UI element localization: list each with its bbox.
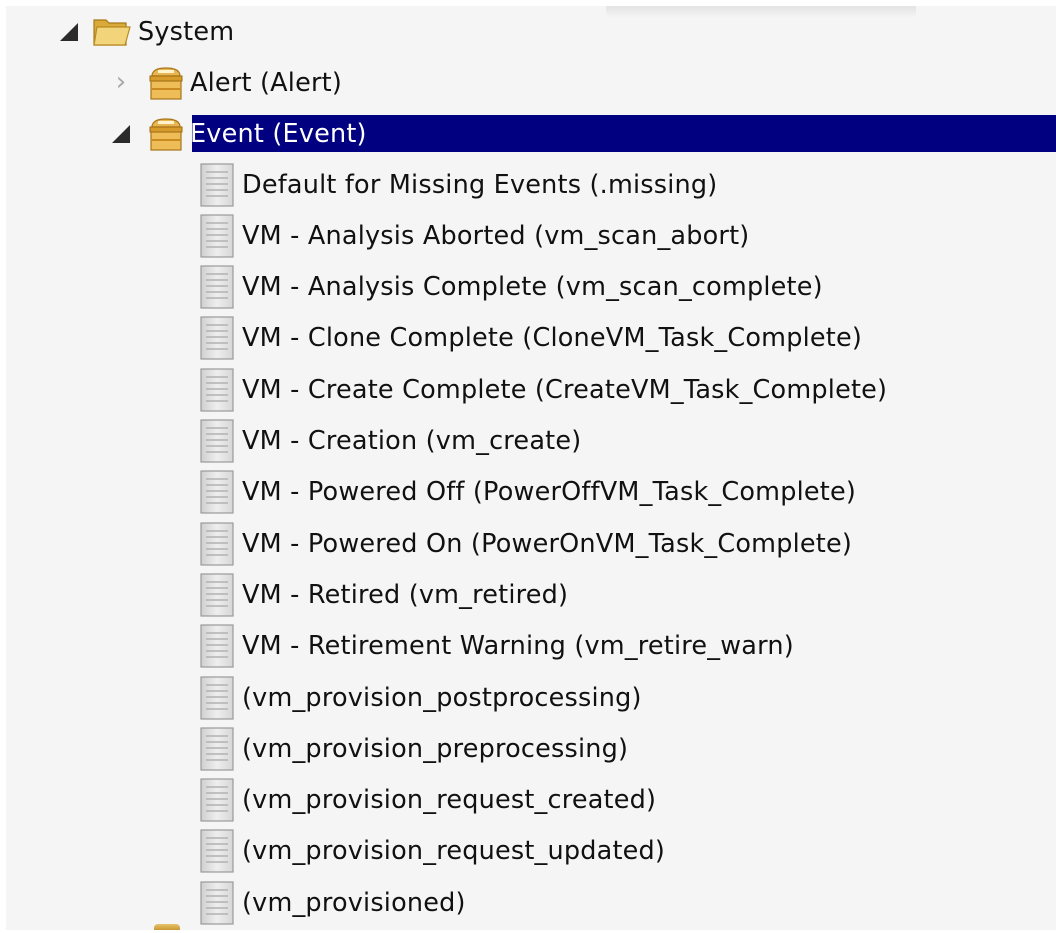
tree-node-label: VM - Creation (vm_create) xyxy=(242,426,582,456)
instance-document-icon xyxy=(198,162,240,207)
tree-node-instance[interactable]: VM - Retirement Warning (vm_retire_warn) xyxy=(6,621,1056,672)
instance-document-icon xyxy=(198,470,240,514)
expand-chevron-icon[interactable]: › xyxy=(110,69,132,95)
automate-tree: System › Alert (Alert) Event (Event) Def… xyxy=(6,6,1056,930)
instance-document-icon xyxy=(198,368,240,412)
tree-node-label: (vm_provision_postprocessing) xyxy=(242,682,642,713)
instance-document-icon xyxy=(198,778,240,822)
tree-node-label: VM - Powered Off (PowerOffVM_Task_Comple… xyxy=(242,477,857,508)
tree-node-label: (vm_provision_request_updated) xyxy=(242,836,666,867)
class-icon xyxy=(146,114,188,154)
collapse-triangle-icon[interactable] xyxy=(58,21,80,43)
tree-node-label: VM - Analysis Complete (vm_scan_complete… xyxy=(242,272,823,303)
collapse-triangle-icon[interactable] xyxy=(110,123,132,145)
tree-node-label: Event (Event) xyxy=(190,118,367,149)
tree-node-label: (vm_provision_preprocessing) xyxy=(242,733,629,764)
tree-node-event[interactable]: Event (Event) xyxy=(6,108,1056,159)
instance-document-icon xyxy=(198,419,240,463)
tree-node-label: (vm_provision_request_created) xyxy=(242,785,657,816)
instance-document-icon xyxy=(198,675,240,720)
tree-node-label: VM - Create Complete (CreateVM_Task_Comp… xyxy=(242,374,888,405)
instance-document-icon xyxy=(198,521,240,566)
tree-node-label: Alert (Alert) xyxy=(190,67,343,98)
tree-node-instance[interactable]: VM - Create Complete (CreateVM_Task_Comp… xyxy=(6,364,1056,415)
instance-document-icon xyxy=(198,829,240,873)
tree-node-instance[interactable]: VM - Creation (vm_create) xyxy=(6,416,1056,467)
tree-node-label: (vm_provisioned) xyxy=(242,887,466,918)
tree-node-system[interactable]: System xyxy=(6,6,1056,57)
instance-document-icon xyxy=(198,214,240,258)
tree-node-label: VM - Retirement Warning (vm_retire_warn) xyxy=(242,631,794,662)
tree-node-instance[interactable]: VM - Analysis Complete (vm_scan_complete… xyxy=(6,262,1056,313)
tree-node-label: VM - Clone Complete (CloneVM_Task_Comple… xyxy=(242,323,863,354)
tree-node-label: VM - Analysis Aborted (vm_scan_abort) xyxy=(242,220,750,251)
partial-class-icon xyxy=(154,924,180,930)
instance-document-icon xyxy=(198,316,240,360)
tree-node-instance[interactable]: (vm_provision_postprocessing) xyxy=(6,672,1056,723)
tree-node-label: VM - Retired (vm_retired) xyxy=(242,579,569,610)
tree-node-instance[interactable]: VM - Analysis Aborted (vm_scan_abort) xyxy=(6,210,1056,261)
tree-node-instance[interactable]: (vm_provision_preprocessing) xyxy=(6,723,1056,774)
class-icon xyxy=(146,63,188,103)
tree-node-instance[interactable]: Default for Missing Events (.missing) xyxy=(6,159,1056,210)
tree-node-instance[interactable]: (vm_provision_request_updated) xyxy=(6,826,1056,877)
tree-node-instance[interactable]: VM - Powered Off (PowerOffVM_Task_Comple… xyxy=(6,467,1056,518)
tree-node-instance[interactable]: VM - Powered On (PowerOnVM_Task_Complete… xyxy=(6,518,1056,569)
folder-icon xyxy=(92,12,136,52)
instance-document-icon xyxy=(198,265,240,309)
tree-node-instance[interactable]: (vm_provision_request_created) xyxy=(6,775,1056,826)
tree-node-label: System xyxy=(138,16,235,47)
instance-document-icon xyxy=(198,881,240,925)
tree-node-label: VM - Powered On (PowerOnVM_Task_Complete… xyxy=(242,528,853,559)
instance-document-icon xyxy=(198,624,240,668)
tree-node-instance[interactable]: VM - Retired (vm_retired) xyxy=(6,569,1056,620)
tree-node-label: Default for Missing Events (.missing) xyxy=(242,169,718,200)
tree-node-instance[interactable]: VM - Clone Complete (CloneVM_Task_Comple… xyxy=(6,313,1056,364)
tree-node-instance[interactable]: (vm_provisioned) xyxy=(6,877,1056,928)
instance-document-icon xyxy=(198,727,240,771)
instance-document-icon xyxy=(198,573,240,617)
tree-node-alert[interactable]: › Alert (Alert) xyxy=(6,57,1056,108)
